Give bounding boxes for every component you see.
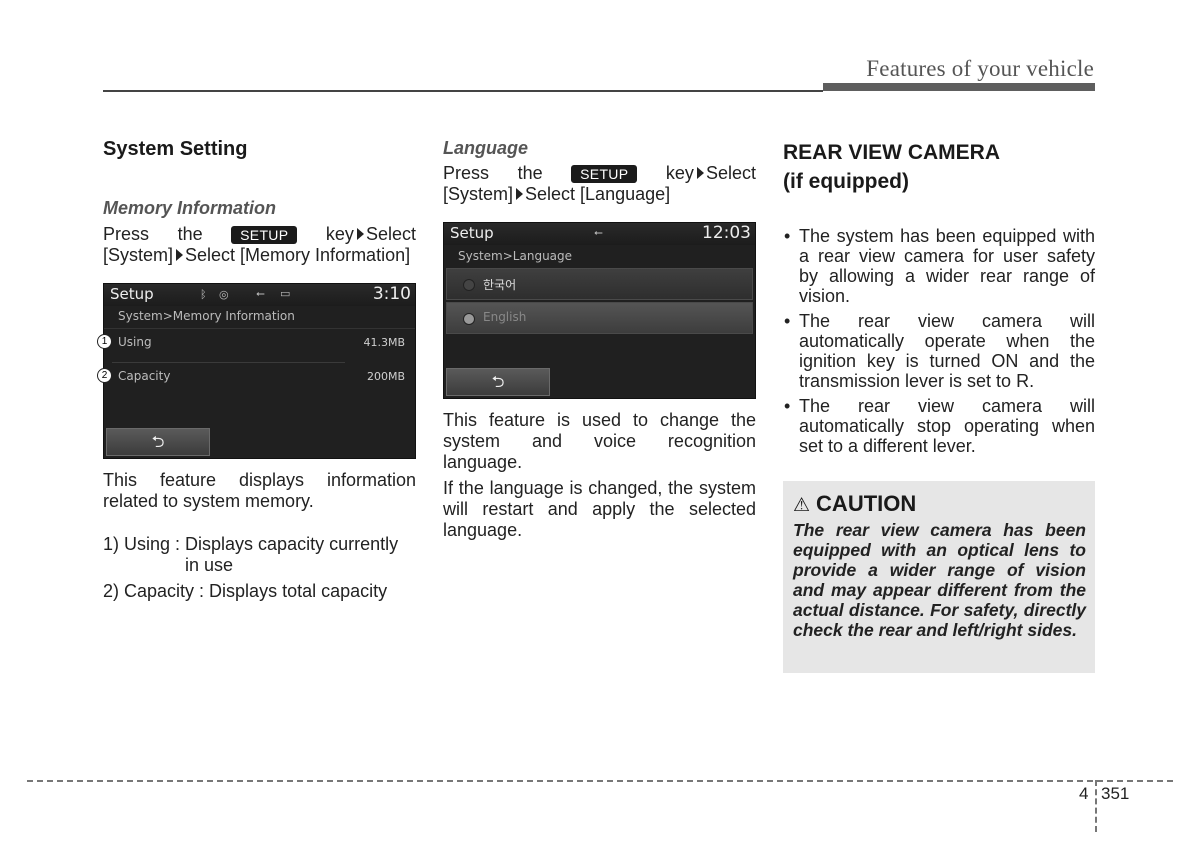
back-arrow-icon: ⮌ <box>151 432 165 451</box>
screen-status-bar: Setup ᛒ ◎ ⭠ ▭ 3:10 <box>104 284 415 306</box>
screen-clock: 3:10 <box>372 284 411 304</box>
subsection-heading: Language <box>443 138 529 158</box>
section-heading: REAR VIEW CAMERA (if equipped) <box>783 141 1001 193</box>
caution-title: ⚠ CAUTION <box>793 491 917 516</box>
row-capacity-label[interactable]: Capacity <box>118 369 170 383</box>
bullet-item: The rear view camera will automatically … <box>783 311 1095 391</box>
column-language: Language Press the SETUP key Select [Syst… <box>443 138 756 205</box>
callout-marker-2: 2 <box>97 368 112 383</box>
column-system-setting: System Setting Memory Information Press … <box>103 138 416 266</box>
key-select: key Select <box>325 224 416 244</box>
running-header-title: Features of your vehicle <box>866 56 1094 81</box>
footer-divider <box>1095 780 1097 832</box>
back-arrow-icon: ⮌ <box>491 372 505 391</box>
arrow-right-icon <box>176 249 184 261</box>
caution-box: ⚠ CAUTION The rear view camera has been e… <box>783 481 1095 673</box>
disc-icon: ◎ <box>219 288 229 301</box>
bullet-item: The system has been equipped with a rear… <box>783 226 1095 306</box>
page-number: 351 <box>1101 784 1130 803</box>
back-button[interactable]: ⮌ <box>106 428 210 456</box>
screen-breadcrumb: System>Memory Information <box>118 309 295 323</box>
header-rule <box>103 90 823 92</box>
word-press: Press <box>103 224 150 244</box>
instruction-line-2: [System] Select [Memory Information] <box>103 245 411 265</box>
footer-rule <box>27 780 1173 782</box>
setup-key-badge: SETUP <box>571 164 638 183</box>
column-rear-view-camera: REAR VIEW CAMERA(if equipped) The system… <box>783 138 1095 461</box>
usb-icon: ⭠ <box>594 226 603 239</box>
section-heading: System Setting <box>103 138 248 160</box>
setup-key-badge: SETUP <box>231 225 298 244</box>
usb-icon: ⭠ <box>256 287 265 300</box>
instruction-line-2: [System] Select [Language] <box>443 184 671 204</box>
row-capacity-value: 200MB <box>366 370 405 383</box>
language-desc-text-2: If the language is changed, the system w… <box>443 478 756 540</box>
back-button[interactable]: ⮌ <box>446 368 550 396</box>
caution-text: The rear view camera has been equipped w… <box>793 520 1086 640</box>
language-description: This feature is used to change the syste… <box>443 410 756 541</box>
bullet-item: The rear view camera will automatically … <box>783 396 1095 456</box>
callout-marker-1: 1 <box>97 334 112 349</box>
row-using-value: 41.3MB <box>363 336 405 349</box>
screen-title: Setup <box>450 224 494 242</box>
language-option-korean[interactable]: 한국어 <box>446 268 753 300</box>
screen-status-bar: Setup ⭠ 12:03 <box>444 223 755 245</box>
list-item: 2) Capacity : Displays total capacity <box>103 581 388 601</box>
screen-clock: 12:03 <box>702 223 751 243</box>
instruction-line-1: Press the SETUP key Select <box>103 224 416 245</box>
subsection-heading: Memory Information <box>103 198 277 218</box>
arrow-right-icon <box>356 228 364 240</box>
arrow-right-icon <box>696 167 704 179</box>
radio-button[interactable] <box>463 313 475 325</box>
screen-breadcrumb: System>Language <box>458 249 573 263</box>
warning-icon: ⚠ <box>793 495 811 516</box>
battery-icon: ▭ <box>280 287 291 300</box>
bluetooth-icon: ᛒ <box>200 288 207 301</box>
language-desc-text-1: This feature is used to change the syste… <box>443 410 756 472</box>
memory-info-screen: Setup ᛒ ◎ ⭠ ▭ 3:10 System>Memory Informa… <box>103 283 416 459</box>
language-screen: Setup ⭠ 12:03 System>Language 한국어 Englis… <box>443 222 756 399</box>
row-using-label[interactable]: Using <box>118 335 152 349</box>
screen-title: Setup <box>110 285 154 303</box>
memory-desc-text: This feature displays information relate… <box>103 470 416 511</box>
list-item: 1) Using : Displays capacity currently i… <box>103 534 399 575</box>
language-option-english[interactable]: English <box>446 302 753 334</box>
header-bar <box>823 83 1095 91</box>
arrow-right-icon <box>516 188 524 200</box>
instruction-line-1: Press the SETUP key Select <box>443 163 756 183</box>
word-the: the <box>177 224 203 244</box>
radio-button[interactable] <box>463 279 475 291</box>
memory-description: This feature displays information relate… <box>103 470 416 602</box>
chapter-number: 4 <box>1079 784 1089 803</box>
